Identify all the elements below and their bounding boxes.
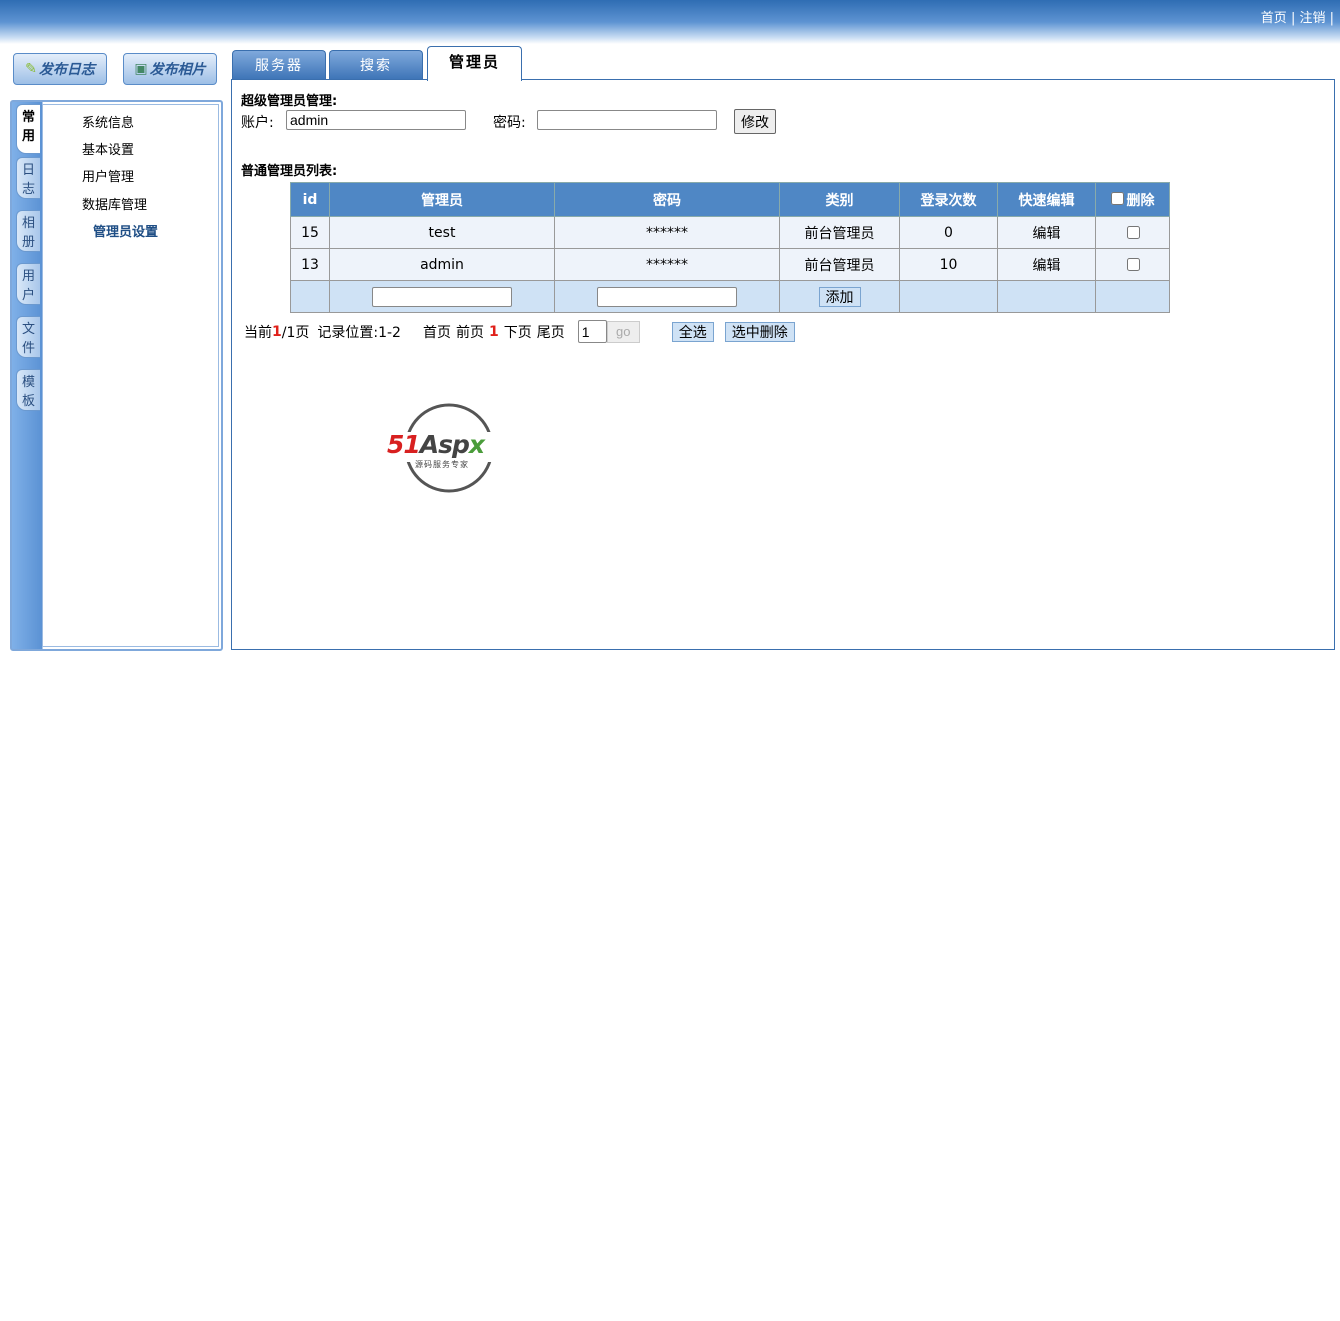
top-links: 首页 | 注销 | [1260,11,1334,26]
tab-search[interactable]: 搜索 [329,50,423,80]
home-link[interactable]: 首页 [1261,11,1287,26]
logout-link[interactable]: 注销 [1299,11,1325,26]
first-page-link[interactable]: 首页 [423,322,451,342]
menu-admin-settings[interactable]: 管理员设置 [93,221,158,240]
photo-icon: ▣ [134,61,148,77]
col-type: 类别 [779,182,900,217]
account-input[interactable] [286,110,466,130]
password-label: 密码: [493,115,526,131]
tab-admin[interactable]: 管理员 [427,46,522,81]
menu-system-info[interactable]: 系统信息 [82,112,134,131]
publish-log-button[interactable]: ✎ 发布日志 [13,53,107,85]
table-row: 13 admin ****** 前台管理员 10 编辑 [290,248,1170,281]
row-checkbox[interactable] [1126,257,1140,271]
menu-basic-settings[interactable]: 基本设置 [82,139,134,158]
col-id: id [290,182,330,217]
row-checkbox[interactable] [1126,225,1140,239]
vtab-common[interactable]: 常用 [16,104,40,154]
super-admin-title: 超级管理员管理: [241,94,338,109]
admin-panel: 超级管理员管理: 账户: 密码: 修改 普通管理员列表: id 管理员 密码 类… [231,79,1335,650]
logo: 51Aspx 源码服务专家 [387,402,513,496]
pencil-icon: ✎ [25,61,37,77]
col-password: 密码 [554,182,780,217]
goto-page-input[interactable] [577,320,607,343]
password-input[interactable] [537,110,717,130]
menu-database[interactable]: 数据库管理 [82,194,147,213]
modify-button[interactable]: 修改 [734,109,776,134]
edit-link[interactable]: 编辑 [997,248,1096,281]
vtab-file[interactable]: 文件 [16,316,40,358]
select-all-button[interactable]: 全选 [671,321,714,342]
account-label: 账户: [241,115,274,131]
menu-user-management[interactable]: 用户管理 [82,166,134,185]
pager: 当前1/1页 记录位置:1-2 首页 前页 1 下页 尾页 go 全选 选中删除 [244,320,795,343]
sidebar: 常用 日志 相册 用户 文件 模板 系统信息 基本设置 用户管理 数据库管理 管… [10,100,223,651]
delete-selected-button[interactable]: 选中删除 [724,321,795,342]
col-delete: 删除 [1095,182,1170,217]
publish-photo-button[interactable]: ▣ 发布相片 [123,53,217,85]
add-row: 添加 [290,280,1170,313]
next-page-link[interactable]: 下页 [504,322,532,342]
add-button[interactable]: 添加 [818,286,861,307]
vtab-album[interactable]: 相册 [16,210,40,252]
list-title: 普通管理员列表: [241,164,338,179]
col-admin: 管理员 [329,182,555,217]
tab-server[interactable]: 服务器 [232,50,326,80]
prev-page-link[interactable]: 前页 [456,322,484,342]
vtab-user[interactable]: 用户 [16,263,40,305]
top-bar: 首页 | 注销 | [0,0,1340,44]
col-login-count: 登录次数 [899,182,998,217]
vtab-template[interactable]: 模板 [16,369,40,411]
new-password-input[interactable] [597,286,737,307]
select-all-checkbox[interactable] [1110,191,1124,205]
last-page-link[interactable]: 尾页 [537,322,565,342]
vtab-log[interactable]: 日志 [16,157,40,199]
admin-table: id 管理员 密码 类别 登录次数 快速编辑 删除 15 test ****** 前台… [290,182,1170,313]
table-row: 15 test ****** 前台管理员 0 编辑 [290,216,1170,249]
edit-link[interactable]: 编辑 [997,216,1096,249]
page-number[interactable]: 1 [489,324,499,340]
col-quick-edit: 快速编辑 [997,182,1096,217]
new-admin-input[interactable] [372,286,512,307]
go-button[interactable]: go [606,320,640,343]
